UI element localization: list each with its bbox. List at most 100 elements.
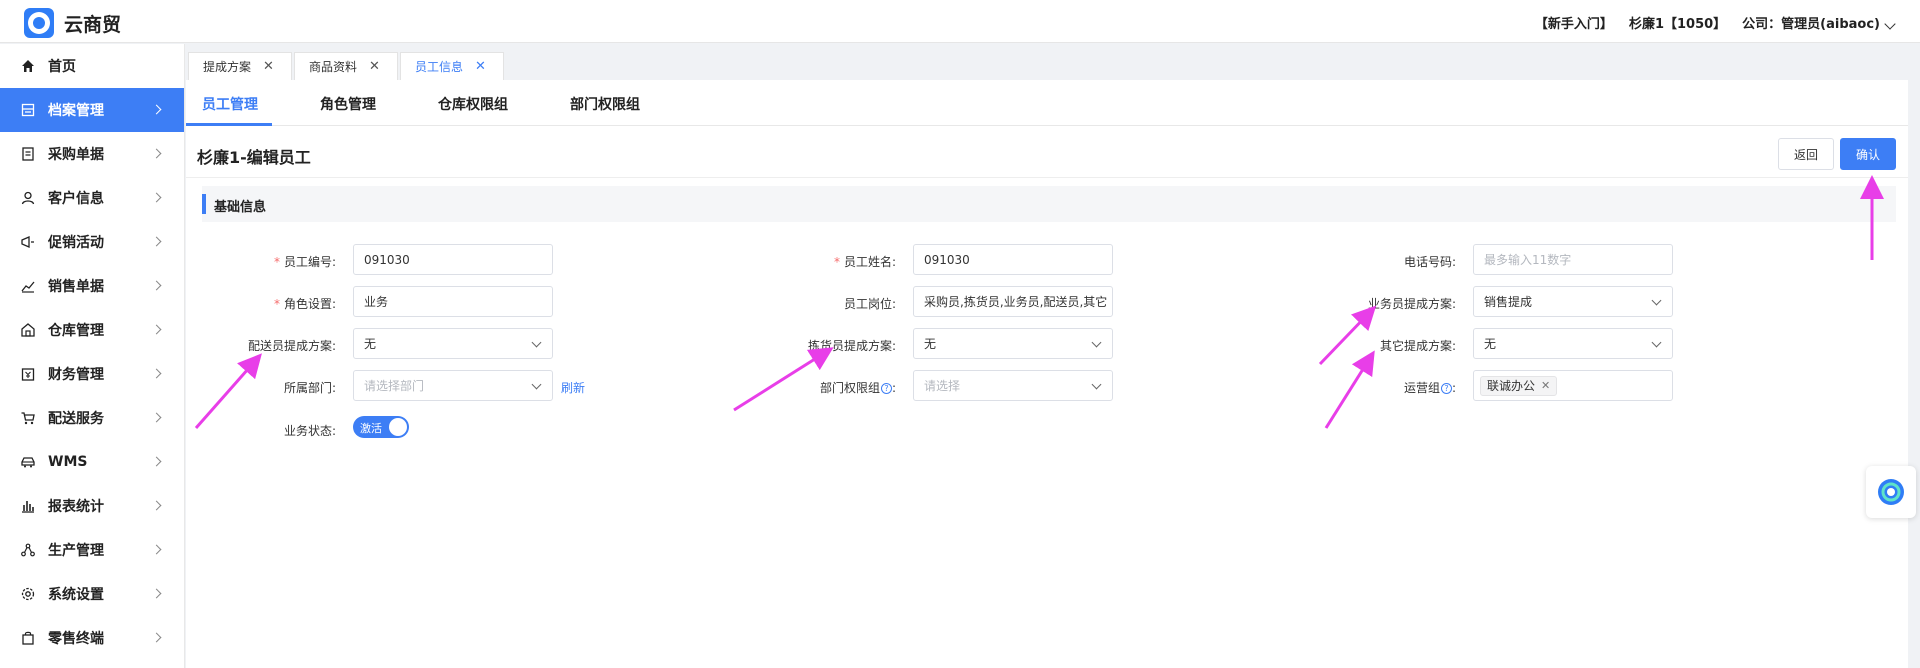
other-commission-label: 其它提成方案: [1379,339,1456,353]
scrollbar[interactable] [1908,80,1920,668]
select-value: 无 [364,337,377,351]
bar-chart-icon [20,498,36,514]
dept-permission-label: 部门权限组?: [746,379,896,396]
back-button[interactable]: 返回 [1778,138,1834,170]
select-placeholder: 请选择部门 [364,379,425,393]
assistant-icon [1878,479,1904,505]
top-header: 云商贸 【新手入门】 杉廉1【1050】 公司：管理员(aibaoc) [0,0,1920,43]
sidebar-item-sales[interactable]: 销售单据 [0,264,184,308]
chevron-right-icon [151,236,162,247]
employee-name-label: * 员工姓名: [746,253,896,270]
guide-link[interactable]: 【新手入门】 [1535,13,1613,32]
close-icon[interactable]: ✕ [1541,379,1550,392]
position-input[interactable]: 采购员,拣货员,业务员,配送员,其它 [913,286,1113,317]
tab-employee-info[interactable]: 员工信息 ✕ [400,52,504,80]
sidebar-item-settings[interactable]: 系统设置 [0,572,184,616]
employee-no-input[interactable]: 091030 [353,244,553,275]
tab-product-data[interactable]: 商品资料 ✕ [294,52,398,80]
subtab-department-permission[interactable]: 部门权限组 [570,94,640,114]
chevron-down-icon [1884,18,1896,30]
sidebar-item-customer[interactable]: 客户信息 [0,176,184,220]
status-toggle[interactable]: 激活 [353,416,409,438]
label-suffix: : [1451,381,1456,395]
subtab-role-management[interactable]: 角色管理 [320,94,376,114]
header-right: 【新手入门】 杉廉1【1050】 公司：管理员(aibaoc) [1535,13,1896,32]
finance-icon [20,366,36,382]
select-value: 销售提成 [1484,295,1533,309]
chevron-right-icon [151,280,162,291]
confirm-button[interactable]: 确认 [1840,138,1896,170]
sidebar-item-label: 配送服务 [48,411,104,427]
logo-icon[interactable] [24,8,54,38]
car-icon [20,454,36,470]
sidebar-item-production[interactable]: 生产管理 [0,528,184,572]
role-input[interactable]: 业务 [353,286,553,317]
gear-icon [20,586,36,602]
assistant-widget[interactable] [1866,466,1916,518]
chevron-right-icon [151,588,162,599]
refresh-link[interactable]: 刷新 [561,379,585,396]
picker-commission-label: 拣货员提成方案: [807,339,896,353]
company-dropdown[interactable]: 公司：管理员(aibaoc) [1742,13,1896,32]
tab-label: 提成方案 [203,60,252,74]
sidebar-item-finance[interactable]: 财务管理 [0,352,184,396]
tab-label: 员工信息 [415,60,464,74]
role-label: * 角色设置: [186,295,336,312]
sidebar-item-delivery[interactable]: 配送服务 [0,396,184,440]
chevron-down-icon [531,337,542,348]
chevron-right-icon [151,368,162,379]
picker-commission-select[interactable]: 无 [913,328,1113,359]
sales-commission-select[interactable]: 销售提成 [1473,286,1673,317]
close-icon[interactable]: ✕ [263,59,274,74]
sidebar-item-reports[interactable]: 报表统计 [0,484,184,528]
sidebar-item-promotion[interactable]: 促销活动 [0,220,184,264]
archive-icon [20,102,36,118]
sidebar-item-wms[interactable]: WMS [0,440,184,484]
user-icon [20,190,36,206]
sidebar-item-retail[interactable]: 零售终端 [0,616,184,660]
ops-group-label: 运营组?: [1306,379,1456,396]
sidebar-item-home[interactable]: 首页 [0,44,184,88]
warehouse-icon [20,322,36,338]
department-select[interactable]: 请选择部门 [353,370,553,401]
active-tab-indicator [186,123,272,126]
other-commission-select[interactable]: 无 [1473,328,1673,359]
close-icon[interactable]: ✕ [475,59,486,74]
page-title: 杉廉1-编辑员工 [197,148,311,167]
account-label: 杉廉1【1050】 [1628,17,1727,32]
help-icon[interactable]: ? [1440,383,1452,394]
sales-commission-label: 业务员提成方案: [1367,297,1456,311]
chevron-down-icon [1091,379,1102,390]
department-label: 所属部门: [283,381,336,395]
close-icon[interactable]: ✕ [369,59,380,74]
subtab-employee-management[interactable]: 员工管理 [202,94,258,114]
chevron-right-icon [151,148,162,159]
network-icon [20,542,36,558]
dept-permission-select[interactable]: 请选择 [913,370,1113,401]
sidebar-item-archive[interactable]: 档案管理 [0,88,184,132]
help-icon[interactable]: ? [880,383,892,394]
select-value: 无 [1484,337,1497,351]
employee-name-input[interactable]: 091030 [913,244,1113,275]
cart-icon [20,410,36,426]
chevron-right-icon [151,456,162,467]
sidebar-item-label: 报表统计 [48,499,104,515]
sidebar-item-purchase[interactable]: 采购单据 [0,132,184,176]
phone-label: 电话号码: [1403,255,1456,269]
phone-input[interactable]: 最多输入11数字 [1473,244,1673,275]
section-accent-bar [202,194,206,214]
megaphone-icon [20,234,36,250]
subtab-warehouse-permission[interactable]: 仓库权限组 [438,94,508,114]
sidebar-item-label: 采购单据 [48,147,104,163]
section-title: 基础信息 [214,200,267,215]
tag-label: 联诚办公 [1487,379,1536,393]
sidebar-item-label: 销售单据 [48,279,104,295]
tab-commission-plan[interactable]: 提成方案 ✕ [188,52,292,80]
label-text: 角色设置: [283,297,336,311]
ops-group-select[interactable]: 联诚办公 ✕ [1473,370,1673,401]
delivery-commission-select[interactable]: 无 [353,328,553,359]
status-label: 业务状态: [283,424,336,438]
sidebar-item-warehouse[interactable]: 仓库管理 [0,308,184,352]
toggle-knob [389,418,407,436]
sidebar-item-label: WMS [48,454,88,470]
